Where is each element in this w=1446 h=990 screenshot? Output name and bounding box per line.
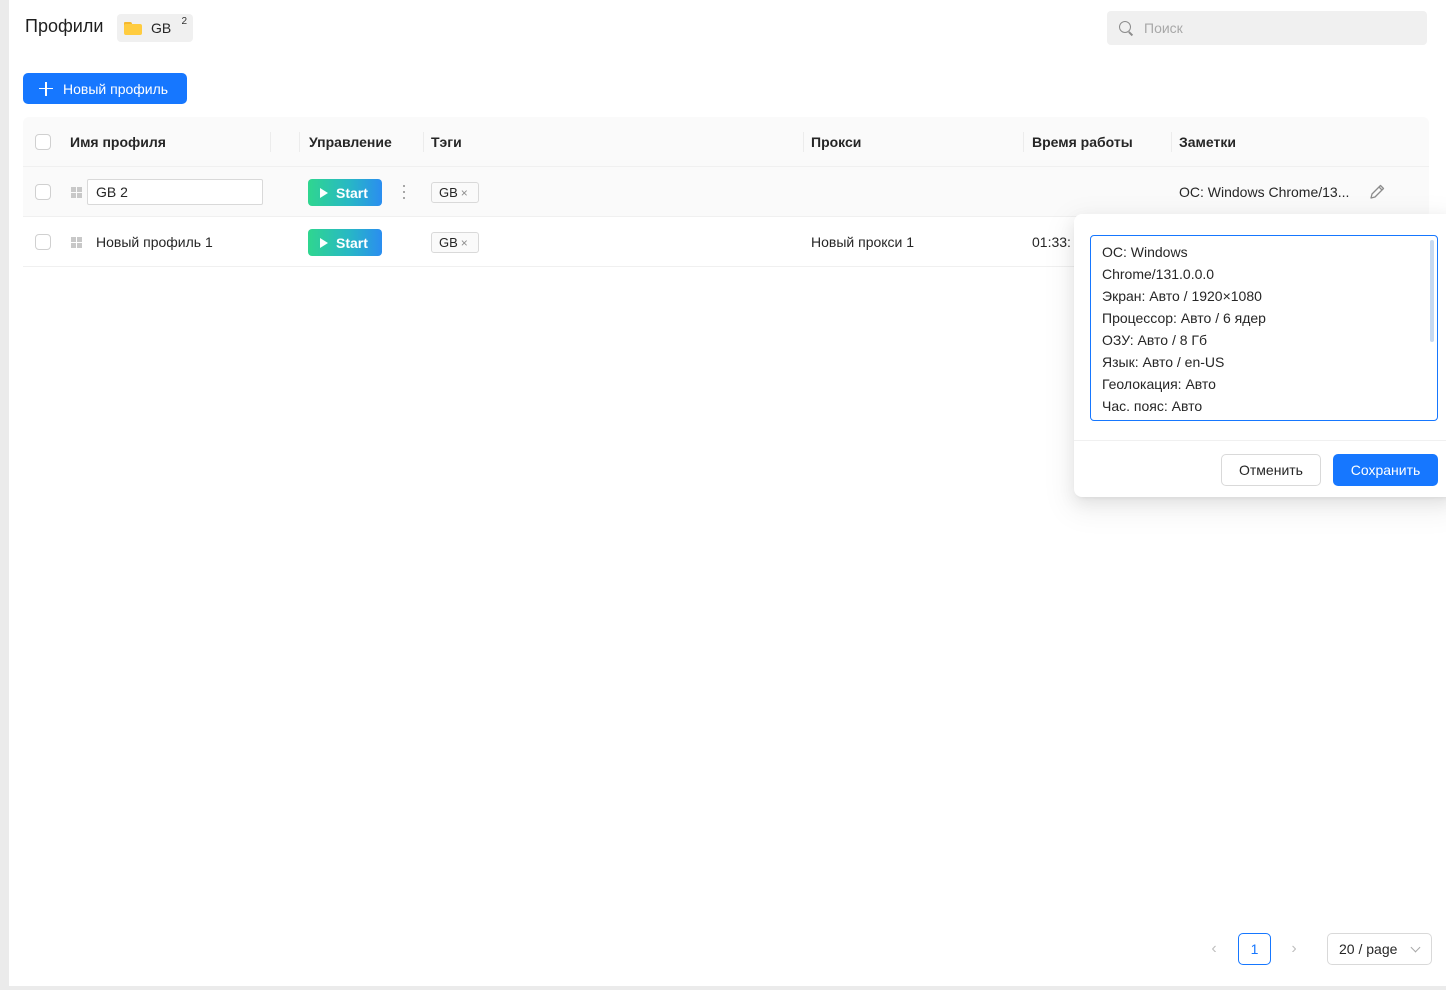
tag-label: GB xyxy=(439,185,458,200)
column-header-notes[interactable]: Заметки xyxy=(1179,117,1236,167)
uptime-cell: 01:33: xyxy=(1032,234,1071,250)
start-button[interactable]: Start xyxy=(308,179,382,206)
tag-close-icon[interactable]: × xyxy=(461,186,468,200)
new-profile-button[interactable]: Новый профиль xyxy=(23,73,187,104)
folder-name: GB xyxy=(151,20,172,36)
column-separator xyxy=(1023,132,1024,152)
notes-line: Язык: Авто / en-US xyxy=(1102,354,1225,370)
notes-line: Час. пояс: Авто xyxy=(1102,398,1203,414)
page-size-label: 20 / page xyxy=(1339,941,1398,957)
notes-line: Экран: Авто / 1920×1080 xyxy=(1102,288,1262,304)
notes-line: ОЗУ: Авто / 8 Гб xyxy=(1102,332,1208,348)
start-button[interactable]: Start xyxy=(308,229,382,256)
row-checkbox[interactable] xyxy=(35,234,51,250)
notes-line: Процессор: Авто / 6 ядер xyxy=(1102,310,1266,326)
proxy-cell[interactable]: Новый прокси 1 xyxy=(811,217,914,267)
notes-textarea[interactable]: ОС: Windows Chrome/131.0.0.0 Экран: Авто… xyxy=(1090,235,1438,421)
notes-cell: ОС: Windows Chrome/13... xyxy=(1179,184,1350,200)
play-icon xyxy=(320,237,328,248)
cancel-button[interactable]: Отменить xyxy=(1221,454,1321,486)
more-options-icon[interactable] xyxy=(401,183,407,201)
folder-icon xyxy=(124,21,142,35)
tag-chip: GB × xyxy=(431,232,479,253)
notes-line: Chrome/131.0.0.0 xyxy=(1102,266,1215,282)
search-icon xyxy=(1118,20,1134,36)
column-separator xyxy=(1171,132,1172,152)
tag-close-icon[interactable]: × xyxy=(461,236,468,250)
next-page-chevron-icon[interactable]: › xyxy=(1286,940,1302,958)
folder-chip[interactable]: GB 2 xyxy=(117,14,193,42)
page-title: Профили xyxy=(25,16,104,36)
column-header-proxy[interactable]: Прокси xyxy=(811,117,861,167)
edit-pencil-icon[interactable] xyxy=(1368,183,1386,201)
pagination-page[interactable]: 1 xyxy=(1238,933,1271,965)
notes-line: Геолокация: Авто xyxy=(1102,376,1216,392)
tag-chip: GB × xyxy=(431,182,479,203)
plus-icon xyxy=(39,81,53,96)
select-all-checkbox[interactable] xyxy=(35,134,51,150)
folder-count: 2 xyxy=(181,16,187,27)
start-label: Start xyxy=(336,234,368,251)
divider xyxy=(1074,440,1446,441)
column-separator xyxy=(423,132,424,152)
start-label: Start xyxy=(336,184,368,201)
tag-label: GB xyxy=(439,235,458,250)
column-separator xyxy=(803,132,804,152)
drag-handle-icon[interactable] xyxy=(71,187,82,198)
drag-handle-icon[interactable] xyxy=(71,237,82,248)
save-button[interactable]: Сохранить xyxy=(1333,454,1438,486)
notes-line: ОС: Windows xyxy=(1102,244,1188,260)
notes-editor-popover: ОС: Windows Chrome/131.0.0.0 Экран: Авто… xyxy=(1074,214,1446,497)
column-header-uptime[interactable]: Время работы xyxy=(1032,117,1133,167)
profile-name[interactable]: Новый профиль 1 xyxy=(96,217,213,267)
column-header-control[interactable]: Управление xyxy=(309,117,392,167)
column-separator xyxy=(270,132,271,152)
table-header: Имя профиля Управление Тэги Прокси Время… xyxy=(23,117,1429,167)
column-header-name[interactable]: Имя профиля xyxy=(70,117,166,167)
chevron-down-icon xyxy=(1410,942,1421,953)
play-icon xyxy=(320,187,328,198)
page-size-select[interactable]: 20 / page xyxy=(1327,933,1432,965)
column-separator xyxy=(299,132,300,152)
row-checkbox[interactable] xyxy=(35,184,51,200)
scrollbar-thumb[interactable] xyxy=(1430,240,1434,342)
search-input[interactable] xyxy=(1144,20,1404,36)
column-header-tags[interactable]: Тэги xyxy=(431,117,462,167)
profile-name-input[interactable] xyxy=(87,179,263,205)
search-box[interactable] xyxy=(1107,11,1427,45)
prev-page-chevron-icon[interactable]: ‹ xyxy=(1206,940,1222,958)
table-row[interactable]: Start GB × ОС: Windows Chrome/13... xyxy=(23,167,1429,217)
new-profile-label: Новый профиль xyxy=(63,80,169,97)
